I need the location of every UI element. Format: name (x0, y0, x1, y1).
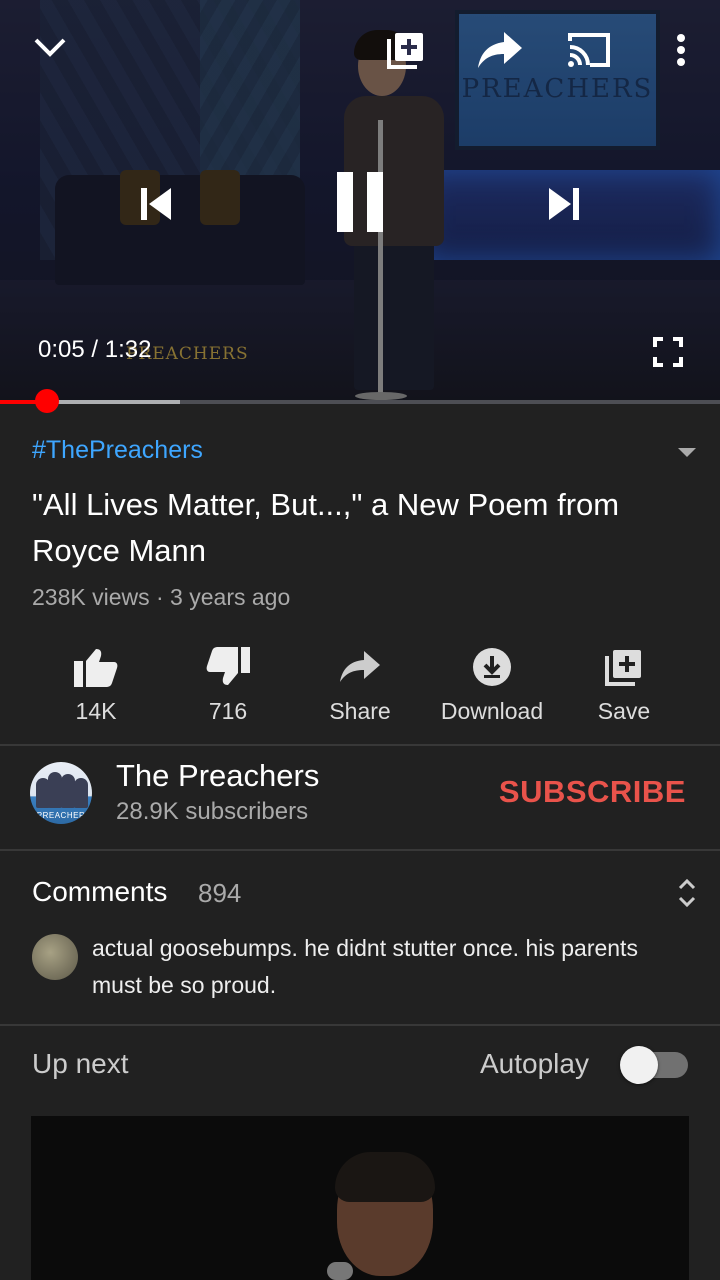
commenter-avatar[interactable] (32, 934, 78, 980)
thumbs-up-icon (74, 636, 118, 698)
unfold-more-icon[interactable] (675, 876, 699, 910)
channel-name[interactable]: The Preachers (116, 758, 319, 794)
download-button[interactable]: Download (426, 630, 558, 730)
download-label: Download (440, 698, 544, 724)
save-label: Save (597, 698, 651, 724)
subscribe-button[interactable]: SUBSCRIBE (499, 774, 686, 810)
thumbs-down-icon (206, 636, 250, 698)
video-hashtag[interactable]: #ThePreachers (32, 436, 203, 465)
avatar-text: PREACHER (36, 811, 86, 820)
autoplay-label: Autoplay (480, 1048, 589, 1079)
add-to-playlist-icon[interactable] (382, 26, 430, 74)
expand-description-icon[interactable] (670, 440, 704, 464)
fullscreen-icon[interactable] (648, 332, 688, 372)
pause-icon[interactable] (326, 166, 394, 238)
action-bar: 14K 716 Share Download Save (30, 630, 690, 730)
share-icon[interactable] (474, 26, 526, 74)
comments-count: 894 (198, 878, 242, 908)
share-label: Share (329, 698, 391, 724)
video-title[interactable]: "All Lives Matter, But...," a New Poem f… (32, 482, 652, 574)
share-icon (338, 636, 382, 698)
divider (0, 849, 720, 851)
video-player[interactable]: PREACHERS PREACHERS 0:05 / 1:32 (0, 0, 720, 404)
channel-subscribers: 28.9K subscribers (116, 798, 309, 825)
progress-bar[interactable] (0, 400, 720, 404)
video-meta: 238K views · 3 years ago (32, 584, 291, 610)
like-button[interactable]: 14K (30, 630, 162, 730)
next-icon[interactable] (540, 180, 590, 228)
comments-title[interactable]: Comments (32, 876, 167, 908)
save-button[interactable]: Save (558, 630, 690, 730)
progress-scrubber[interactable] (34, 389, 59, 413)
autoplay-toggle-thumb[interactable] (620, 1046, 658, 1084)
up-next-label: Up next (32, 1048, 129, 1079)
cast-icon[interactable] (564, 26, 614, 74)
chevron-down-icon[interactable] (28, 26, 72, 70)
playback-time: 0:05 / 1:32 (38, 336, 152, 363)
divider (0, 744, 720, 746)
up-next-thumbnail[interactable] (31, 1116, 689, 1280)
add-to-playlist-icon (603, 636, 645, 698)
divider (0, 1024, 720, 1026)
dislike-button[interactable]: 716 (162, 630, 294, 730)
channel-avatar[interactable]: PREACHER (30, 762, 92, 824)
like-count: 14K (75, 698, 117, 724)
dislike-count: 716 (208, 698, 248, 724)
download-icon (472, 636, 512, 698)
previous-icon[interactable] (130, 180, 180, 228)
top-comment[interactable]: actual goosebumps. he didnt stutter once… (92, 930, 692, 1004)
share-button[interactable]: Share (294, 630, 426, 730)
more-vert-icon[interactable] (664, 28, 698, 72)
